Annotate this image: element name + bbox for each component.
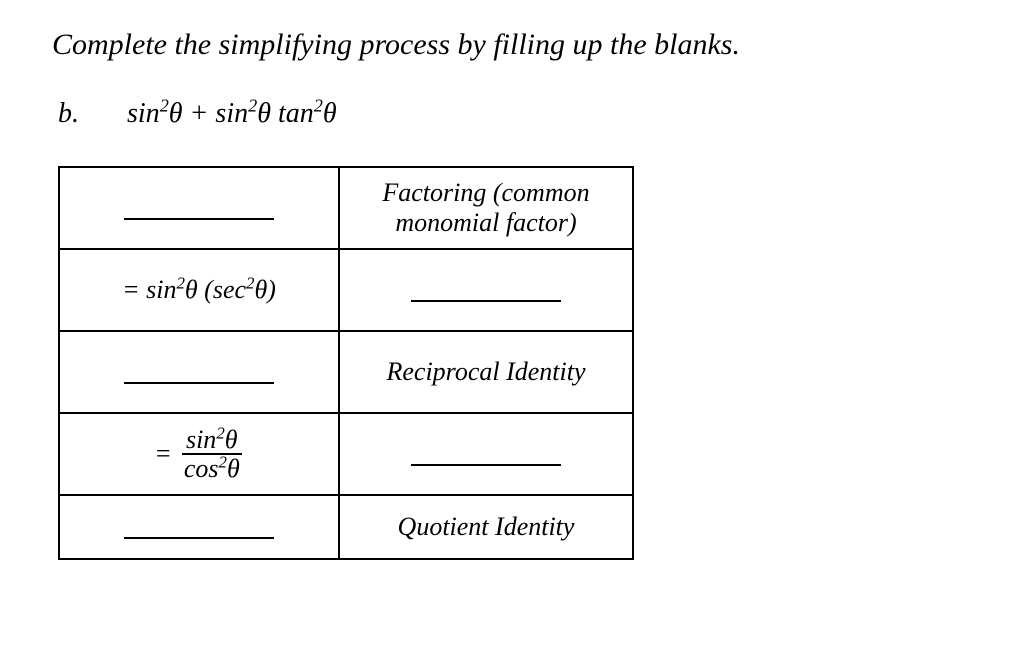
blank-line[interactable] xyxy=(124,519,274,539)
reason-line2: monomial factor) xyxy=(395,208,576,237)
denominator-theta: θ xyxy=(227,454,240,483)
step-cell-blank[interactable] xyxy=(59,495,339,559)
step-cell-frac: = sin2θ cos2θ xyxy=(59,413,339,495)
blank-line[interactable] xyxy=(411,446,561,466)
reason-text: Reciprocal Identity xyxy=(386,357,585,386)
expr-part: θ tan xyxy=(257,98,314,129)
expr-part: sin xyxy=(127,98,160,129)
reason-cell: Factoring (common monomial factor) xyxy=(339,167,633,249)
table-row: Factoring (common monomial factor) xyxy=(59,167,633,249)
step-cell-blank[interactable] xyxy=(59,331,339,413)
step-cell-blank[interactable] xyxy=(59,167,339,249)
expr-part: θ xyxy=(323,98,337,129)
reason-cell-blank[interactable] xyxy=(339,413,633,495)
blank-line[interactable] xyxy=(411,282,561,302)
numerator-theta: θ xyxy=(225,425,238,454)
expr-part: = sin xyxy=(122,275,176,304)
reason-text: Quotient Identity xyxy=(398,512,575,541)
step-cell-expr: = sin2θ (sec2θ) xyxy=(59,249,339,331)
problem-expression: b. sin2θ + sin2θ tan2θ xyxy=(58,98,960,130)
equals-sign: = xyxy=(154,439,172,469)
table-row: = sin2θ (sec2θ) xyxy=(59,249,633,331)
blank-line[interactable] xyxy=(124,364,274,384)
item-label: b. xyxy=(58,98,79,130)
expr-part: θ) xyxy=(255,275,276,304)
worksheet-table: Factoring (common monomial factor) = sin… xyxy=(58,166,634,560)
reason-cell-blank[interactable] xyxy=(339,249,633,331)
blank-line[interactable] xyxy=(124,200,274,220)
expr-part: θ + sin xyxy=(169,98,248,129)
denominator: cos xyxy=(184,454,219,483)
table-row: Quotient Identity xyxy=(59,495,633,559)
reason-cell: Reciprocal Identity xyxy=(339,331,633,413)
reason-cell: Quotient Identity xyxy=(339,495,633,559)
expr-part: θ (sec xyxy=(185,275,246,304)
table-row: Reciprocal Identity xyxy=(59,331,633,413)
table-row: = sin2θ cos2θ xyxy=(59,413,633,495)
reason-line1: Factoring (common xyxy=(382,178,589,207)
instruction-text: Complete the simplifying process by fill… xyxy=(52,28,960,62)
numerator: sin xyxy=(186,425,216,454)
fraction: sin2θ cos2θ xyxy=(180,426,244,483)
